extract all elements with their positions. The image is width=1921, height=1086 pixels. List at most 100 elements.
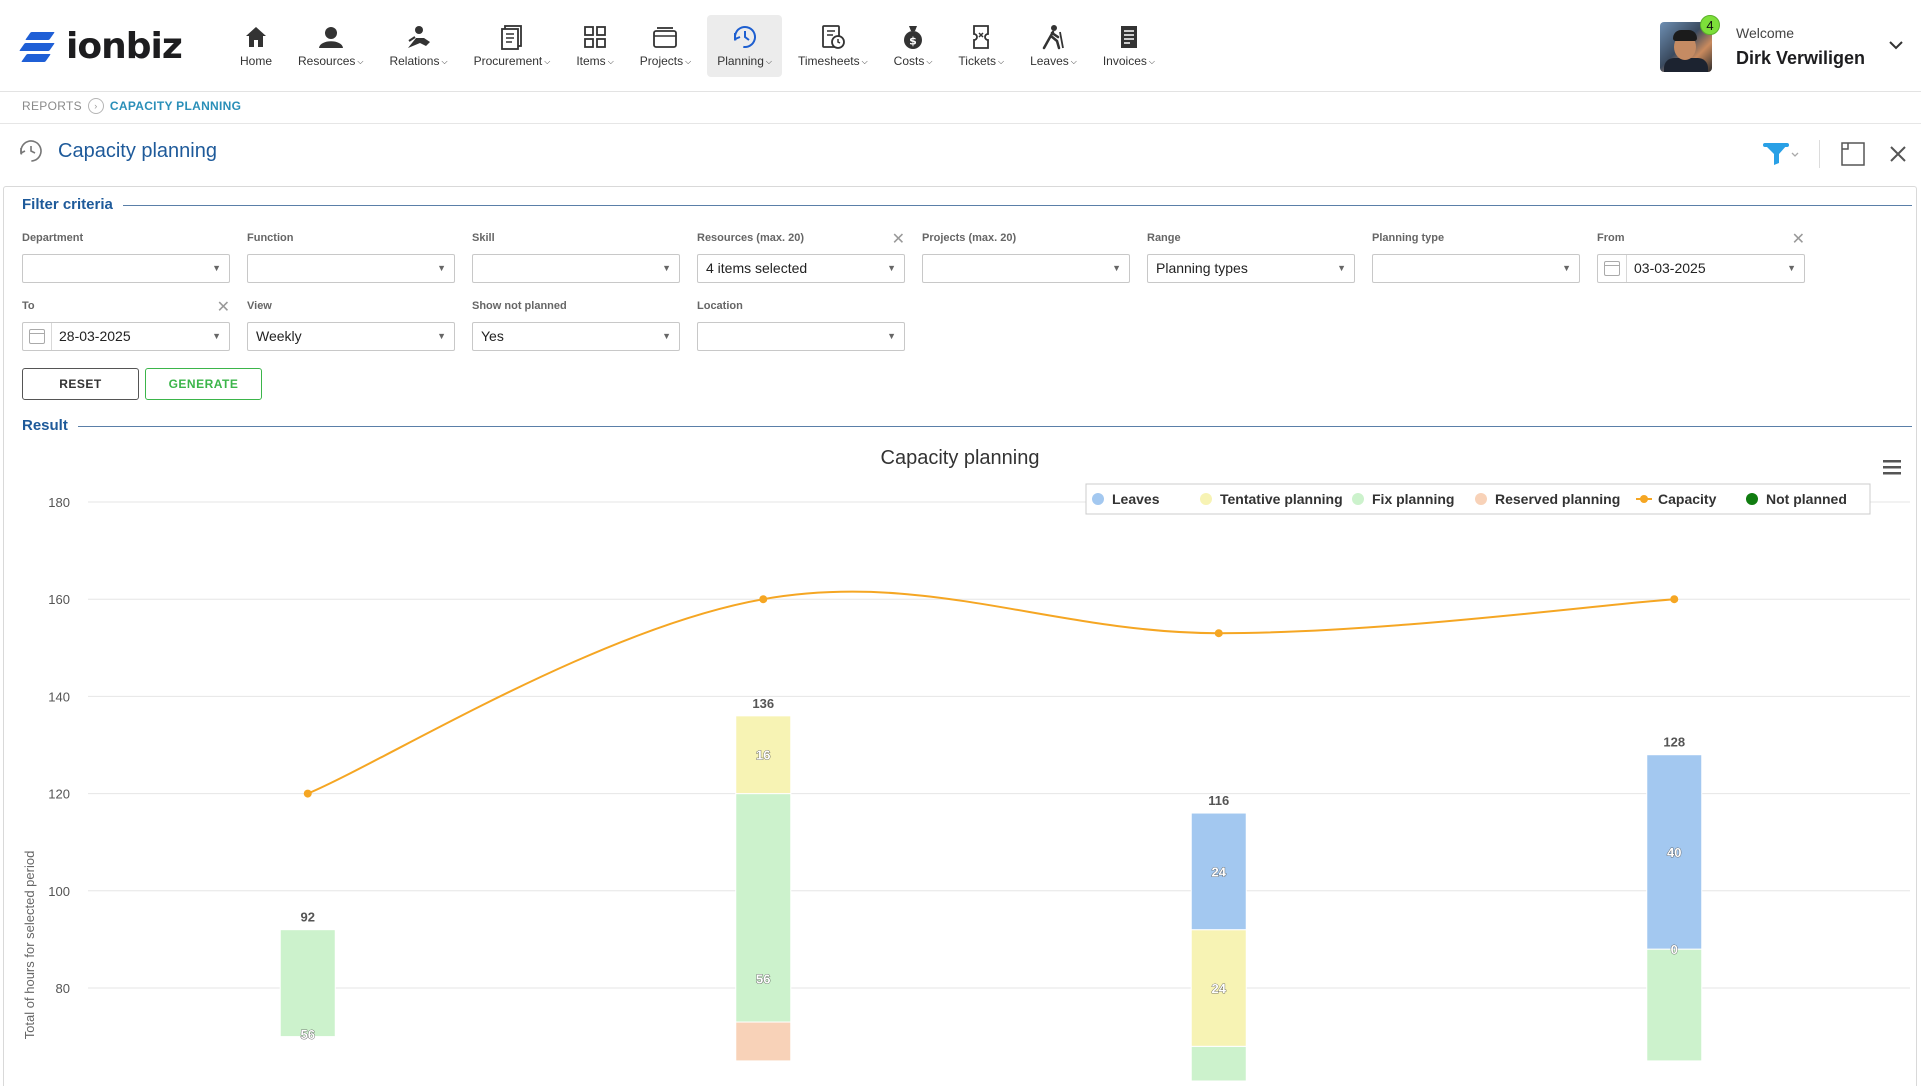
bar-segment-label: 24 — [1212, 981, 1227, 996]
range-value: Planning types — [1156, 260, 1248, 276]
close-icon[interactable] — [1887, 143, 1909, 165]
to-label: To — [22, 300, 35, 312]
bar-total-label: 136 — [752, 696, 774, 711]
skill-select[interactable]: ▼ — [472, 254, 680, 283]
generate-button[interactable]: GENERATE — [145, 368, 262, 400]
bar-segment-fix — [1646, 948, 1703, 1062]
clear-icon[interactable]: ✕ — [1792, 229, 1805, 249]
capacity-planning-chart: Capacity planning 80100120140160180 5692… — [22, 447, 1910, 1081]
logo-text: ionbiz — [66, 26, 183, 67]
chevron-down-icon: ⌵ — [1070, 57, 1077, 66]
legend-item-reserved: Reserved planning — [1495, 491, 1620, 507]
calendar-icon[interactable] — [29, 329, 45, 344]
nav-item-invoices[interactable]: Invoices ⌵ — [1093, 15, 1165, 77]
resources-select[interactable]: 4 items selected ▼ — [697, 254, 905, 283]
nav-item-tickets[interactable]: Tickets ⌵ — [948, 15, 1014, 77]
view-select[interactable]: Weekly ▼ — [247, 322, 455, 351]
breadcrumb-reports[interactable]: REPORTS — [22, 99, 82, 113]
location-select[interactable]: ▼ — [697, 322, 905, 351]
notification-badge[interactable]: 4 — [1700, 15, 1720, 35]
department-field: Department ▼ — [22, 232, 230, 283]
resources-label: Resources (max. 20) — [697, 232, 804, 244]
bar-segment-label: 40 — [1667, 845, 1681, 860]
filter-criteria-title: Filter criteria — [22, 196, 123, 213]
function-field: Function ▼ — [247, 232, 455, 283]
nav-label-text: Procurement — [473, 54, 543, 68]
planning-icon — [717, 23, 772, 51]
calendar-icon[interactable] — [1604, 261, 1620, 276]
legend-item-leaves: Leaves — [1112, 491, 1160, 507]
skill-label: Skill — [472, 232, 495, 244]
to-date-input[interactable]: 28-03-2025 ▼ — [22, 322, 230, 351]
caret-down-icon: ▼ — [662, 331, 671, 341]
logo-text-ion: ion — [66, 26, 127, 67]
nav-item-items[interactable]: Items ⌵ — [566, 15, 623, 77]
nav-label-text: Resources — [298, 54, 356, 68]
clear-icon[interactable]: ✕ — [217, 297, 230, 317]
chevron-down-icon: ⌵ — [685, 57, 692, 66]
show-not-planned-field: Show not planned Yes ▼ — [472, 300, 680, 351]
projects-icon — [640, 23, 691, 51]
department-select[interactable]: ▼ — [22, 254, 230, 283]
caret-down-icon: ▼ — [437, 331, 446, 341]
divider — [78, 426, 1912, 427]
function-select[interactable]: ▼ — [247, 254, 455, 283]
nav-item-procurement[interactable]: Procurement ⌵ — [464, 15, 561, 77]
range-label: Range — [1147, 232, 1181, 244]
chevron-down-icon: ⌵ — [861, 57, 868, 66]
show-not-planned-label: Show not planned — [472, 300, 567, 312]
reset-button[interactable]: RESET — [22, 368, 139, 400]
nav-item-relations[interactable]: Relations ⌵ — [379, 15, 457, 77]
logo-text-biz: biz — [125, 26, 183, 67]
bar-segment-fix — [1190, 1045, 1247, 1081]
y-tick-label: 80 — [56, 981, 70, 996]
chart-menu-icon[interactable] — [1883, 460, 1901, 475]
user-menu[interactable]: 4 Welcome Dirk Verwiligen — [1660, 15, 1910, 74]
nav-item-costs[interactable]: $ Costs ⌵ — [884, 15, 943, 77]
from-date-input[interactable]: 03-03-2025 ▼ — [1597, 254, 1805, 283]
bar-segment-fix — [279, 929, 336, 1038]
caret-down-icon: ▼ — [887, 263, 896, 273]
from-date-field: From ✕ 03-03-2025 ▼ — [1597, 229, 1805, 283]
show-not-planned-select[interactable]: Yes ▼ — [472, 322, 680, 351]
legend-marker — [1640, 495, 1648, 503]
nav-item-leaves[interactable]: Leaves ⌵ — [1020, 15, 1087, 77]
nav-item-label: Invoices ⌵ — [1103, 54, 1155, 68]
legend-marker — [1352, 493, 1364, 505]
to-date-field: To ✕ 28-03-2025 ▼ — [22, 297, 230, 351]
nav-label-text: Items — [576, 54, 606, 68]
clear-icon[interactable]: ✕ — [892, 229, 905, 249]
nav-item-home[interactable]: Home — [230, 15, 282, 77]
chevron-down-icon: ⌵ — [357, 57, 364, 66]
view-label: View — [247, 300, 272, 312]
chevron-down-icon: ⌵ — [607, 57, 614, 66]
location-label: Location — [697, 300, 743, 312]
nav-item-resources[interactable]: Resources ⌵ — [288, 15, 373, 77]
planning-type-select[interactable]: ▼ — [1372, 254, 1580, 283]
logo-mark-icon — [19, 28, 58, 66]
divider — [0, 123, 1921, 124]
caret-down-icon: ▼ — [1562, 263, 1571, 273]
result-title: Result — [22, 417, 78, 434]
ionbiz-logo[interactable]: ionbiz — [19, 26, 183, 67]
filter-icon[interactable] — [1763, 141, 1799, 167]
nav-item-label: Leaves ⌵ — [1030, 54, 1077, 68]
nav-item-projects[interactable]: Projects ⌵ — [630, 15, 701, 77]
nav-item-label: Projects ⌵ — [640, 54, 691, 68]
maximize-icon[interactable] — [1840, 141, 1866, 167]
chevron-down-icon[interactable] — [1888, 38, 1904, 52]
nav-item-label: Timesheets ⌵ — [798, 54, 868, 68]
tickets-icon — [958, 23, 1004, 51]
caret-down-icon: ▼ — [662, 263, 671, 273]
y-axis-label: Total of hours for selected period — [22, 851, 37, 1040]
nav-label-text: Leaves — [1030, 54, 1069, 68]
nav-item-planning[interactable]: Planning ⌵ — [707, 15, 782, 77]
top-navigation-bar: ionbiz Home Resources ⌵ Relations ⌵ Procureme… — [0, 0, 1921, 92]
user-name: Dirk Verwiligen — [1736, 48, 1866, 68]
projects-select[interactable]: ▼ — [922, 254, 1130, 283]
range-select[interactable]: Planning types ▼ — [1147, 254, 1355, 283]
view-value: Weekly — [256, 328, 302, 344]
page-title: Capacity planning — [58, 139, 217, 162]
legend-marker — [1092, 493, 1104, 505]
nav-item-timesheets[interactable]: Timesheets ⌵ — [788, 15, 878, 77]
